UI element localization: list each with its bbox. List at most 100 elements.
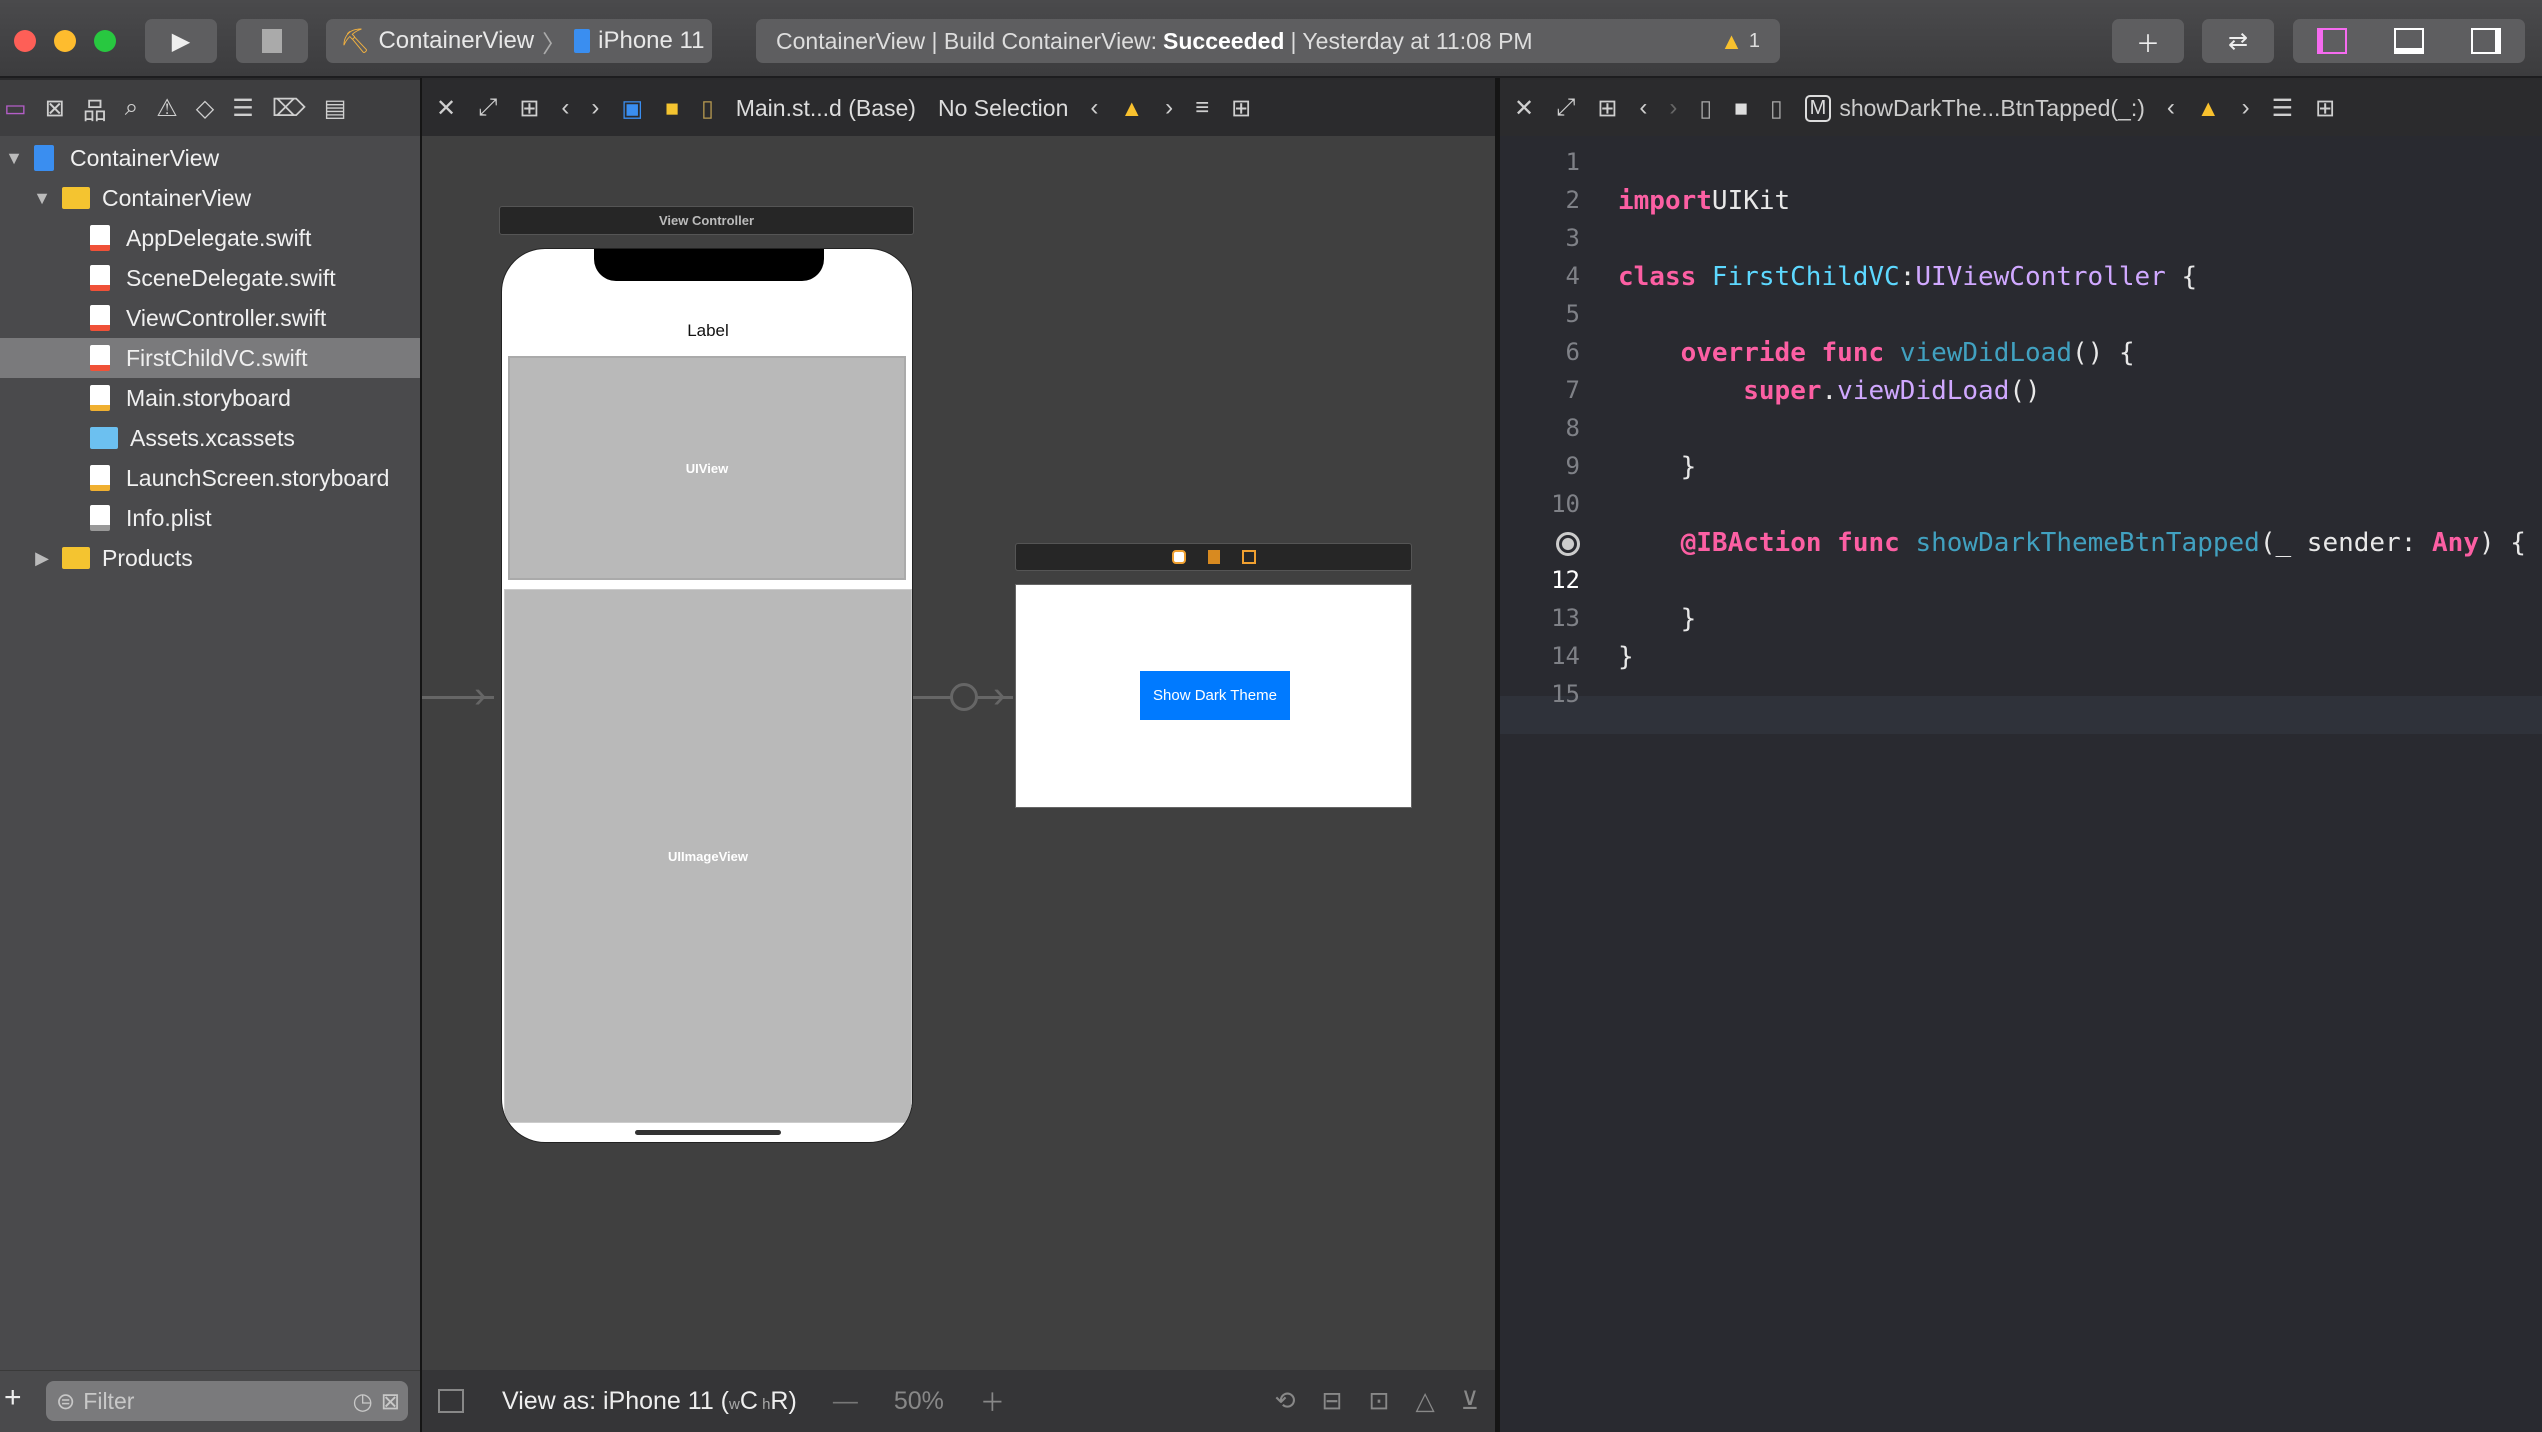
zoom-out-button[interactable]: — [833, 1387, 858, 1416]
test-icon[interactable]: ◇ [196, 94, 214, 123]
code-line[interactable]: super.viewDidLoad() [1618, 376, 2040, 406]
expand-icon[interactable]: ⤢ [1556, 94, 1575, 122]
stop-button[interactable] [236, 19, 308, 63]
line-number[interactable]: 14 [1500, 642, 1580, 670]
navigator-item[interactable]: FirstChildVC.swift [0, 338, 420, 378]
warning-icon[interactable]: ▲ [2197, 95, 2220, 122]
zoom-in-button[interactable]: ＋ [980, 1383, 1005, 1419]
run-button[interactable]: ▶ [145, 19, 217, 63]
project-icon[interactable]: ▣ [621, 95, 643, 122]
recent-files-icon[interactable]: ◷ [353, 1388, 373, 1415]
child-scene-bar[interactable] [1015, 543, 1412, 571]
minimize-window-button[interactable] [54, 30, 76, 52]
resolve-issues-icon[interactable]: △ [1415, 1386, 1434, 1416]
inspector-toggle-icon[interactable] [2471, 28, 2502, 54]
line-number[interactable]: 8 [1500, 414, 1580, 442]
warning-icon[interactable]: ▲ [1120, 95, 1143, 122]
disclosure-triangle-icon[interactable]: ▼ [32, 188, 52, 209]
navigator-item[interactable]: Info.plist [0, 498, 420, 538]
add-file-button[interactable]: + [4, 1381, 22, 1415]
add-constraints-icon[interactable]: ⊡ [1369, 1386, 1390, 1416]
next-issue-icon[interactable]: › [2242, 94, 2250, 122]
navigator-item[interactable]: ▼ ContainerView [0, 178, 420, 218]
navigator-item[interactable]: AppDelegate.swift [0, 218, 420, 258]
navigator-item[interactable]: SceneDelegate.swift [0, 258, 420, 298]
warning-count[interactable]: 1 [1749, 30, 1760, 53]
navigator-toggle-icon[interactable] [2316, 28, 2347, 54]
prev-issue-icon[interactable]: ‹ [1090, 94, 1098, 122]
breadcrumb-file[interactable]: Main.st...d (Base) [736, 95, 916, 122]
code-line[interactable]: importUIKit [1618, 186, 1790, 216]
navigator-item[interactable]: ▼ ContainerView [0, 138, 420, 178]
label-element[interactable]: Label [502, 321, 912, 341]
zoom-window-button[interactable] [94, 30, 116, 52]
warning-icon[interactable]: ▲ [1720, 28, 1743, 55]
storyboard-file-icon[interactable]: ▯ [701, 95, 714, 122]
uiview-element[interactable]: UIView [508, 356, 906, 580]
project-icon[interactable]: ▯ [1699, 95, 1712, 122]
code-editor[interactable]: 1 2 importUIKit 3 4 class FirstChildVC:UIViewC… [1500, 136, 2542, 1432]
code-line[interactable]: } [1618, 452, 1697, 482]
uiimageview-element[interactable]: UIImageView [504, 589, 912, 1123]
first-responder-icon[interactable] [1207, 550, 1220, 564]
debug-area-toggle-icon[interactable] [2393, 28, 2424, 54]
align-icon[interactable]: ⊟ [1322, 1386, 1343, 1416]
scene-title-bar[interactable]: View Controller [499, 206, 914, 235]
segue-icon[interactable] [950, 683, 978, 711]
symbol-navigator-icon[interactable]: 品 [83, 91, 107, 126]
line-number[interactable]: 5 [1500, 300, 1580, 328]
update-frames-icon[interactable]: ⟲ [1275, 1386, 1296, 1416]
forward-icon[interactable]: › [591, 94, 599, 122]
line-number[interactable]: 6 [1500, 338, 1580, 366]
code-line[interactable]: } [1618, 604, 1697, 634]
line-number[interactable]: 12 [1500, 566, 1580, 594]
iphone-frame[interactable]: Label UIView UIImageView [501, 248, 913, 1143]
exit-icon[interactable] [1241, 550, 1256, 564]
line-number[interactable]: 10 [1500, 490, 1580, 518]
issue-icon[interactable]: ⚠ [156, 94, 178, 123]
code-review-button[interactable]: ⇄ [2202, 19, 2274, 63]
close-icon[interactable]: ✕ [436, 94, 456, 123]
embed-in-icon[interactable]: ⊻ [1461, 1386, 1479, 1416]
folder-icon[interactable]: ■ [665, 95, 679, 122]
navigator-item[interactable]: ViewController.swift [0, 298, 420, 338]
line-number[interactable]: 2 [1500, 186, 1580, 214]
navigator-item[interactable]: ▶ Products [0, 538, 420, 578]
minimap-icon[interactable]: ☰ [2272, 94, 2294, 123]
related-items-icon[interactable]: ⊞ [519, 94, 539, 123]
zoom-level[interactable]: 50% [894, 1387, 944, 1416]
line-number[interactable]: 3 [1500, 224, 1580, 252]
document-outline-toggle-icon[interactable] [438, 1389, 464, 1413]
view-controller-icon[interactable] [1171, 550, 1186, 564]
line-number[interactable]: 4 [1500, 262, 1580, 290]
outlet-connection-icon[interactable] [1556, 532, 1580, 556]
document-outline-icon[interactable]: ≡ [1195, 94, 1209, 122]
source-control-filter-icon[interactable]: ⊠ [381, 1388, 400, 1415]
project-navigator-icon[interactable]: ▭ [4, 94, 27, 123]
view-as-button[interactable]: View as: iPhone 11 (wC hR) [502, 1387, 797, 1416]
breadcrumb-selection[interactable]: No Selection [938, 95, 1068, 122]
next-issue-icon[interactable]: › [1165, 94, 1173, 122]
storyboard-canvas[interactable]: View Controller Label UIView UIImageView… [422, 136, 1495, 1370]
debug-icon[interactable]: ☰ [232, 94, 254, 123]
navigator-item[interactable]: Main.storyboard [0, 378, 420, 418]
breadcrumb-symbol[interactable]: showDarkThe...BtnTapped(_:) [1839, 95, 2145, 122]
line-number[interactable]: 1 [1500, 148, 1580, 176]
navigator-item[interactable]: Assets.xcassets [0, 418, 420, 458]
close-window-button[interactable] [14, 30, 36, 52]
disclosure-triangle-icon[interactable]: ▼ [4, 148, 24, 169]
forward-icon[interactable]: › [1669, 94, 1677, 122]
code-line[interactable]: } [1618, 642, 1634, 672]
line-number[interactable] [1500, 528, 1580, 562]
source-control-icon[interactable]: ⊠ [45, 94, 65, 123]
related-items-icon[interactable]: ⊞ [1597, 94, 1617, 123]
library-button[interactable]: ＋ [2112, 19, 2184, 63]
code-line[interactable]: override func viewDidLoad() { [1618, 338, 2135, 368]
child-view[interactable]: Show Dark Theme [1015, 584, 1412, 808]
add-editor-icon[interactable]: ⊞ [1231, 94, 1251, 123]
expand-icon[interactable]: ⤢ [478, 94, 497, 122]
line-number[interactable]: 13 [1500, 604, 1580, 632]
line-number[interactable]: 15 [1500, 680, 1580, 708]
prev-issue-icon[interactable]: ‹ [2167, 94, 2175, 122]
line-number[interactable]: 9 [1500, 452, 1580, 480]
